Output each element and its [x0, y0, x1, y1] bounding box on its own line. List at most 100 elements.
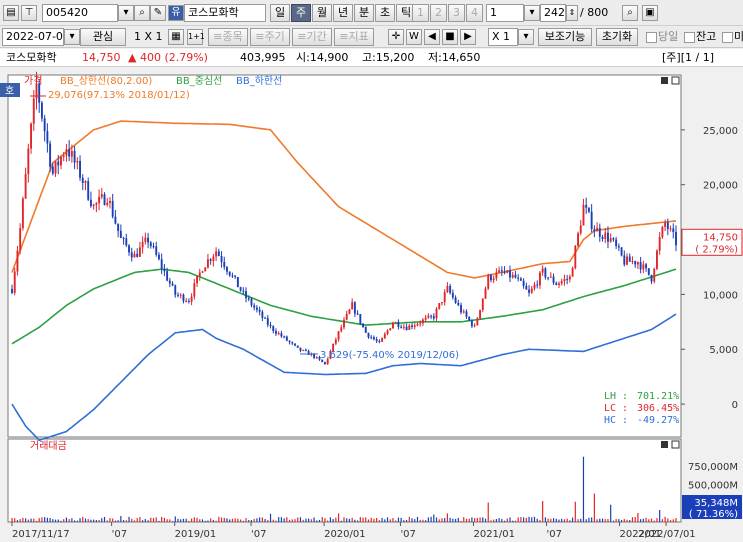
period-button[interactable]: ≡주기 — [250, 28, 290, 46]
unit-button-2[interactable]: 3 — [448, 4, 465, 22]
stop-icon[interactable]: ■ — [442, 29, 458, 45]
candle-body — [269, 324, 272, 327]
candle-body — [372, 337, 375, 340]
candle-body — [117, 223, 120, 231]
x-tick-label: '07 — [400, 529, 415, 539]
period-button-1[interactable]: 주 — [291, 4, 311, 22]
candle-body — [435, 308, 438, 319]
candle-body — [92, 204, 95, 207]
volume-title: 거래대금 — [30, 440, 67, 452]
split-icon[interactable]: 1+1 — [187, 29, 205, 45]
candle-body — [675, 231, 677, 246]
candle-body — [201, 271, 204, 273]
candle-body — [185, 300, 188, 302]
candle-body — [476, 318, 479, 326]
reset-button[interactable]: 초기화 — [596, 28, 638, 46]
search-icon[interactable]: ⌕ — [622, 5, 638, 21]
count-input[interactable]: 242 — [540, 4, 566, 22]
candle-body — [623, 255, 626, 265]
candle-body — [119, 230, 122, 238]
candle-body — [609, 238, 612, 242]
unit-value-input[interactable]: 1 — [486, 4, 524, 22]
candle-body — [196, 276, 199, 284]
candle-body — [294, 343, 296, 346]
x-tick-label: 2017/11/17 — [12, 529, 70, 539]
svg-text:호: 호 — [5, 85, 14, 97]
candle-body — [650, 274, 653, 282]
multiplier-input[interactable]: X 1 — [488, 28, 518, 46]
menu-icon[interactable]: ▤ — [3, 5, 19, 21]
unit-button-3[interactable]: 4 — [466, 4, 483, 22]
next-icon[interactable]: ▶ — [460, 29, 476, 45]
indicator-button[interactable]: ≡지표 — [334, 28, 374, 46]
candle-body — [596, 227, 599, 232]
dropdown-arrow-icon[interactable]: ▾ — [518, 29, 534, 45]
candle-body — [449, 285, 452, 293]
candle-body — [30, 123, 33, 149]
candle-body — [661, 226, 664, 238]
pin-icon[interactable]: ⊤ — [21, 5, 37, 21]
save-icon[interactable]: ▣ — [642, 5, 658, 21]
maximize-pane-icon[interactable] — [661, 77, 668, 84]
tools-icon[interactable]: ✎ — [150, 5, 166, 21]
candle-body — [228, 271, 231, 276]
dropdown-arrow-icon[interactable]: ▾ — [118, 5, 134, 21]
grid-icon[interactable]: ▦ — [168, 29, 184, 45]
candle-body — [128, 245, 130, 253]
candle-body — [530, 288, 533, 293]
quote-volume: 403,995 — [240, 51, 286, 64]
candle-body — [549, 276, 552, 278]
candle-body — [375, 339, 378, 342]
balance-checkbox[interactable] — [684, 32, 695, 43]
candle-body — [16, 250, 19, 272]
basic-function-button[interactable]: 보조기능 — [538, 28, 592, 46]
dropdown-arrow-icon[interactable]: ▾ — [64, 29, 80, 45]
quote-name: 코스모화학 — [6, 51, 57, 64]
candle-body — [57, 161, 60, 166]
candle-body — [405, 326, 408, 330]
period-button-2[interactable]: 월 — [312, 4, 332, 22]
other-checkbox[interactable] — [722, 32, 733, 43]
candle-body — [438, 303, 441, 309]
candle-body — [645, 264, 648, 269]
candle-body — [574, 245, 577, 269]
candle-body — [109, 201, 111, 203]
period-button-4[interactable]: 분 — [354, 4, 374, 22]
candle-body — [470, 320, 473, 327]
candle-body — [653, 268, 656, 282]
stock-type-icon: 유 — [168, 5, 184, 21]
period-button-0[interactable]: 일 — [270, 4, 290, 22]
chart-area[interactable]: 25,00020,00015,00010,0005,00002017/11/17… — [0, 67, 743, 540]
unit-button-1[interactable]: 2 — [430, 4, 447, 22]
range-button[interactable]: ≡기간 — [292, 28, 332, 46]
prev-icon[interactable]: ◀ — [424, 29, 440, 45]
price-chart[interactable]: 25,00020,00015,00010,0005,00002017/11/17… — [0, 67, 743, 540]
candle-body — [245, 291, 247, 299]
date-input[interactable]: 2022-07-08 — [2, 28, 64, 46]
volume-tag: 35,348M ( 71.36%) — [682, 495, 742, 520]
stat-lc-value: 306.45% — [637, 403, 679, 414]
period-button-3[interactable]: 년 — [333, 4, 353, 22]
candle-body — [79, 160, 81, 178]
maximize-pane-icon[interactable] — [661, 441, 668, 448]
candle-body — [615, 239, 618, 247]
unit-button-0[interactable]: 1 — [412, 4, 429, 22]
search-icon[interactable]: ⌕ — [134, 5, 150, 21]
crosshair-icon[interactable]: ✛ — [388, 29, 404, 45]
candle-body — [356, 313, 359, 315]
candle-body — [62, 155, 65, 158]
candle-body — [402, 326, 405, 328]
wave-icon[interactable]: W — [406, 29, 422, 45]
candle-body — [381, 337, 384, 342]
candle-body — [571, 268, 574, 277]
dropdown-arrow-icon[interactable]: ▾ — [524, 5, 540, 21]
candle-body — [291, 342, 294, 344]
spinner-icon[interactable]: ⇕ — [566, 5, 578, 21]
volume-tick-label: 500,000M — [688, 481, 738, 492]
item-button[interactable]: ≡종목 — [208, 28, 248, 46]
period-button-5[interactable]: 초 — [375, 4, 395, 22]
stock-code-input[interactable]: 005420 — [42, 4, 118, 22]
today-checkbox[interactable] — [646, 32, 657, 43]
interest-button[interactable]: 관심 — [80, 28, 126, 46]
candle-body — [538, 272, 541, 286]
